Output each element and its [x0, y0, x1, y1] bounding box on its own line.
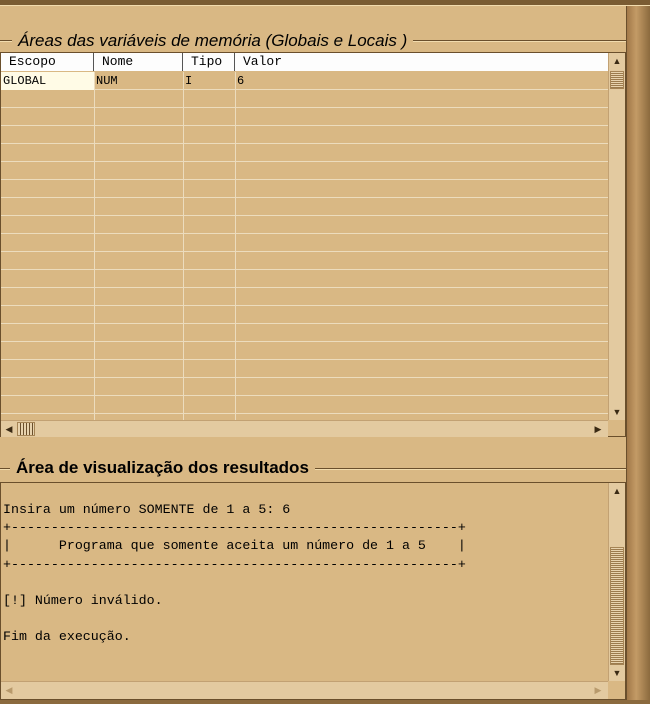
- output-line: +---------------------------------------…: [3, 556, 466, 572]
- column-divider: [235, 72, 236, 420]
- results-area-title: Área de visualização dos resultados: [10, 458, 315, 478]
- memory-table-body: GLOBAL NUM I 6: [1, 72, 608, 420]
- scroll-left-arrow-icon[interactable]: ◀: [1, 421, 17, 437]
- output-line: Insira um número SOMENTE de 1 a 5: 6: [3, 502, 291, 517]
- cell-tipo[interactable]: I: [183, 72, 235, 90]
- column-header-valor[interactable]: Valor: [235, 53, 608, 71]
- cell-escopo[interactable]: GLOBAL: [1, 72, 94, 90]
- scroll-down-arrow-icon[interactable]: ▼: [609, 404, 625, 420]
- column-header-tipo[interactable]: Tipo: [183, 53, 235, 71]
- memory-variables-table[interactable]: Escopo Nome Tipo Valor GLOBAL NUM I 6 ▲ …: [0, 52, 626, 437]
- window-right-frame: [626, 6, 650, 704]
- scroll-right-arrow-icon[interactable]: ▶: [590, 421, 606, 437]
- table-row[interactable]: GLOBAL NUM I 6: [1, 72, 608, 90]
- cell-valor[interactable]: 6: [235, 72, 605, 90]
- memory-vertical-scroll-thumb[interactable]: [610, 71, 624, 89]
- output-line: | Programa que somente aceita um número …: [3, 538, 466, 554]
- top-frame-strip: [0, 0, 650, 6]
- scroll-up-arrow-icon[interactable]: ▲: [609, 483, 625, 499]
- scroll-down-arrow-icon[interactable]: ▼: [609, 665, 625, 681]
- results-output-text: Insira um número SOMENTE de 1 a 5: 6 +---…: [3, 501, 607, 681]
- column-header-escopo[interactable]: Escopo: [1, 53, 94, 71]
- scroll-right-arrow-icon[interactable]: ▶: [590, 682, 606, 698]
- column-divider: [94, 72, 95, 420]
- cell-nome[interactable]: NUM: [94, 72, 183, 90]
- output-line: Fim da execução.: [3, 629, 131, 645]
- scroll-up-arrow-icon[interactable]: ▲: [609, 53, 625, 69]
- scroll-left-arrow-icon[interactable]: ◀: [1, 682, 17, 698]
- memory-horizontal-scrollbar[interactable]: ◀ ▶: [1, 420, 608, 437]
- memory-table-header: Escopo Nome Tipo Valor: [1, 53, 608, 71]
- results-vertical-scroll-thumb[interactable]: [610, 547, 624, 665]
- memory-area-title: Áreas das variáveis de memória (Globais …: [12, 31, 414, 51]
- results-vertical-scrollbar[interactable]: ▲ ▼: [608, 483, 625, 681]
- memory-vertical-scrollbar[interactable]: ▲ ▼: [608, 53, 625, 420]
- column-divider: [183, 72, 184, 420]
- output-line: [!] Número inválido.: [3, 593, 163, 609]
- results-output-panel[interactable]: Insira um número SOMENTE de 1 a 5: 6 +---…: [0, 482, 626, 700]
- memory-horizontal-scroll-thumb[interactable]: [17, 422, 35, 436]
- window-bottom-edge: [0, 700, 650, 704]
- results-horizontal-scrollbar[interactable]: ◀ ▶: [1, 681, 608, 699]
- output-line: +---------------------------------------…: [3, 520, 466, 536]
- column-header-nome[interactable]: Nome: [94, 53, 183, 71]
